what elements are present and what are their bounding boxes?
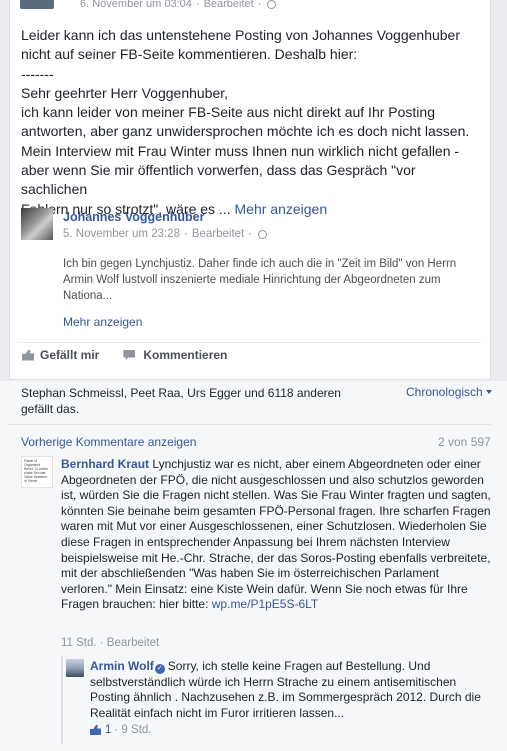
avatar[interactable] bbox=[66, 659, 84, 677]
globe-icon bbox=[267, 0, 277, 9]
post-author-avatar[interactable] bbox=[20, 0, 54, 9]
post-meta: 6. November um 03:04 · Bearbeitet · bbox=[20, 0, 277, 10]
comment-icon bbox=[123, 350, 136, 360]
post-card: 6. November um 03:04 · Bearbeitet · Leid… bbox=[9, 0, 491, 380]
shared-see-more-link[interactable]: Mehr anzeigen bbox=[63, 315, 142, 329]
avatar[interactable] bbox=[21, 208, 53, 240]
post-text: Leider kann ich das untenstehene Posting… bbox=[21, 27, 470, 217]
like-count[interactable]: 1 bbox=[105, 724, 111, 736]
comment-button[interactable]: Kommentieren bbox=[123, 348, 227, 362]
avatar[interactable]: Partei of Organised Belief. To better sh… bbox=[21, 456, 53, 488]
shared-timestamp[interactable]: 5. November um 23:28 bbox=[63, 228, 180, 240]
see-more-link[interactable]: Mehr anzeigen bbox=[235, 201, 328, 217]
post-edited[interactable]: Bearbeitet bbox=[204, 0, 254, 10]
thumbs-up-icon bbox=[22, 349, 34, 361]
comment-text: Lynchjustiz war es nicht, aber einem Abg… bbox=[61, 457, 491, 612]
reply-thread-line bbox=[61, 656, 63, 744]
shared-author-name[interactable]: Johannes Voggenhuber bbox=[63, 210, 204, 224]
divider bbox=[21, 342, 481, 343]
like-button[interactable]: Gefällt mir bbox=[22, 348, 99, 362]
action-bar: Gefällt mir Kommentieren bbox=[22, 348, 227, 362]
comment-armin-wolf: Armin Wolf ✓ Sorry, ich stelle keine Frage… bbox=[90, 659, 492, 721]
likes-summary[interactable]: Stephan Schmeissl, Peet Raa, Urs Egger u… bbox=[21, 385, 371, 417]
comment-time[interactable]: · 9 Std. bbox=[114, 724, 151, 736]
caret-down-icon bbox=[485, 390, 492, 394]
comment-author[interactable]: Armin Wolf bbox=[90, 659, 154, 673]
shared-edited[interactable]: Bearbeitet bbox=[192, 228, 244, 240]
comment-bernhard-kraut: Bernhard Kraut Lynchjustiz war es nicht,… bbox=[61, 457, 491, 613]
comment-meta[interactable]: 11 Std. · Bearbeitet bbox=[61, 637, 159, 649]
comment-meta: 1 · 9 Std. bbox=[90, 724, 151, 736]
verified-badge-icon: ✓ bbox=[154, 664, 165, 674]
comment-link[interactable]: wp.me/P1pE5S-6LT bbox=[212, 597, 319, 611]
comment-count: 2 von 597 bbox=[438, 435, 491, 449]
post-timestamp[interactable]: 6. November um 03:04 bbox=[80, 0, 192, 10]
comment-author[interactable]: Bernhard Kraut bbox=[61, 457, 149, 471]
shared-meta: 5. November um 23:28 · Bearbeitet · bbox=[63, 228, 268, 240]
divider bbox=[9, 424, 491, 425]
previous-comments-link[interactable]: Vorherige Kommentare anzeigen bbox=[21, 435, 196, 449]
comment-order-dropdown[interactable]: Chronologisch bbox=[406, 385, 492, 399]
shared-text: Ich bin gegen Lynchjustiz. Daher finde i… bbox=[63, 258, 457, 302]
like-icon bbox=[90, 725, 101, 735]
globe-icon bbox=[258, 229, 268, 239]
